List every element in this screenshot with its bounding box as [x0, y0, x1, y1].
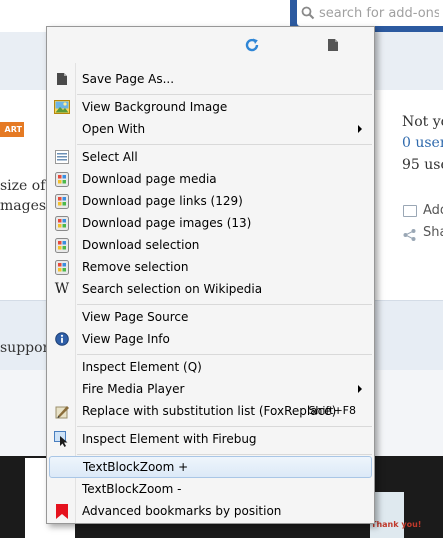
- menu-item-remove-selection[interactable]: Remove selection: [49, 256, 372, 278]
- menu-item-shortcut: Shift+F8: [308, 404, 356, 417]
- bookmark-page-icon[interactable]: [325, 37, 341, 53]
- not-yet-rated-text: Not yo: [402, 114, 443, 130]
- menu-item-label: Fire Media Player: [82, 382, 185, 396]
- menu-item-download-page-media[interactable]: Download page media: [49, 168, 372, 190]
- menu-item-textblockzoom-minus[interactable]: TextBlockZoom -: [49, 478, 372, 500]
- image-icon: [54, 99, 70, 115]
- select-all-icon: [54, 149, 70, 165]
- menu-item-label: TextBlockZoom -: [82, 482, 182, 496]
- remove-selection-icon: [54, 259, 70, 275]
- menu-item-label: Open With: [82, 122, 146, 136]
- menu-item-label: Advanced bookmarks by position: [82, 504, 282, 518]
- add-to-collection-link[interactable]: Add: [423, 203, 443, 218]
- menu-item-label: Select All: [82, 150, 138, 164]
- menu-item-open-with[interactable]: Open With: [49, 118, 372, 140]
- menu-item-label: Download page links (129): [82, 194, 243, 208]
- context-menu-toolbar: [47, 27, 374, 63]
- firebug-inspect-icon: [54, 431, 70, 447]
- menu-item-advanced-bookmarks[interactable]: Advanced bookmarks by position: [49, 500, 372, 522]
- menu-separator: [77, 426, 372, 427]
- menu-item-download-selection[interactable]: Download selection: [49, 234, 372, 256]
- menu-item-download-page-images[interactable]: Download page images (13): [49, 212, 372, 234]
- download-media-icon: [54, 171, 70, 187]
- users-link[interactable]: 0 user: [402, 135, 443, 151]
- description-text: mages.: [0, 198, 51, 214]
- description-text: size of: [0, 178, 46, 194]
- menu-item-select-all[interactable]: Select All: [49, 146, 372, 168]
- submenu-arrow-icon: [358, 385, 362, 393]
- menu-item-inspect-element[interactable]: Inspect Element (Q): [49, 356, 372, 378]
- menu-item-view-page-info[interactable]: View Page Info: [49, 328, 372, 350]
- collection-icon: [403, 205, 417, 217]
- menu-item-foxreplace[interactable]: Replace with substitution list (FoxRepla…: [49, 400, 372, 422]
- menu-separator: [77, 304, 372, 305]
- thumbnail-image: [370, 492, 404, 538]
- context-menu: Save Page As... View Background Image Op…: [46, 26, 375, 524]
- search-icon: [297, 6, 319, 20]
- download-selection-icon: [54, 237, 70, 253]
- reload-icon[interactable]: [244, 37, 260, 53]
- addons-search-box[interactable]: [297, 0, 443, 26]
- menu-item-view-background-image[interactable]: View Background Image: [49, 96, 372, 118]
- menu-item-save-page-as[interactable]: Save Page As...: [49, 68, 372, 90]
- start-badge: ART: [0, 122, 24, 137]
- menu-item-label: Download page media: [82, 172, 217, 186]
- wikipedia-icon: W: [54, 281, 70, 297]
- save-page-icon: [54, 71, 70, 87]
- download-images-icon: [54, 215, 70, 231]
- menu-item-label: View Page Info: [82, 332, 170, 346]
- share-icon: [403, 226, 416, 245]
- menu-item-label: Search selection on Wikipedia: [82, 282, 263, 296]
- users-count: 95 use: [402, 157, 443, 173]
- menu-item-label: Inspect Element (Q): [82, 360, 202, 374]
- menu-separator: [77, 454, 372, 455]
- menu-separator: [77, 144, 372, 145]
- menu-separator: [77, 94, 372, 95]
- foxreplace-icon: [54, 403, 70, 419]
- info-icon: [54, 331, 70, 347]
- menu-item-label: View Page Source: [82, 310, 189, 324]
- menu-item-fire-media-player[interactable]: Fire Media Player: [49, 378, 372, 400]
- menu-item-inspect-with-firebug[interactable]: Inspect Element with Firebug: [49, 428, 372, 450]
- menu-item-view-page-source[interactable]: View Page Source: [49, 306, 372, 328]
- menu-item-label: Download selection: [82, 238, 200, 252]
- menu-item-label: Replace with substitution list (FoxRepla…: [82, 404, 337, 418]
- menu-item-label: View Background Image: [82, 100, 228, 114]
- submenu-arrow-icon: [358, 125, 362, 133]
- menu-item-textblockzoom-plus[interactable]: TextBlockZoom +: [49, 456, 372, 478]
- menu-item-label: Inspect Element with Firebug: [82, 432, 257, 446]
- search-input[interactable]: [319, 5, 439, 21]
- menu-item-label: Download page images (13): [82, 216, 252, 230]
- menu-item-search-wikipedia[interactable]: W Search selection on Wikipedia: [49, 278, 372, 300]
- menu-item-label: Remove selection: [82, 260, 189, 274]
- download-links-icon: [54, 193, 70, 209]
- menu-item-label: Save Page As...: [82, 72, 175, 86]
- menu-item-download-page-links[interactable]: Download page links (129): [49, 190, 372, 212]
- share-link[interactable]: Sha: [423, 225, 443, 240]
- thumbnail-caption: Thank you!: [371, 520, 422, 529]
- menu-item-label: TextBlockZoom +: [83, 460, 189, 474]
- menu-separator: [77, 354, 372, 355]
- bookmark-flag-icon: [54, 503, 70, 519]
